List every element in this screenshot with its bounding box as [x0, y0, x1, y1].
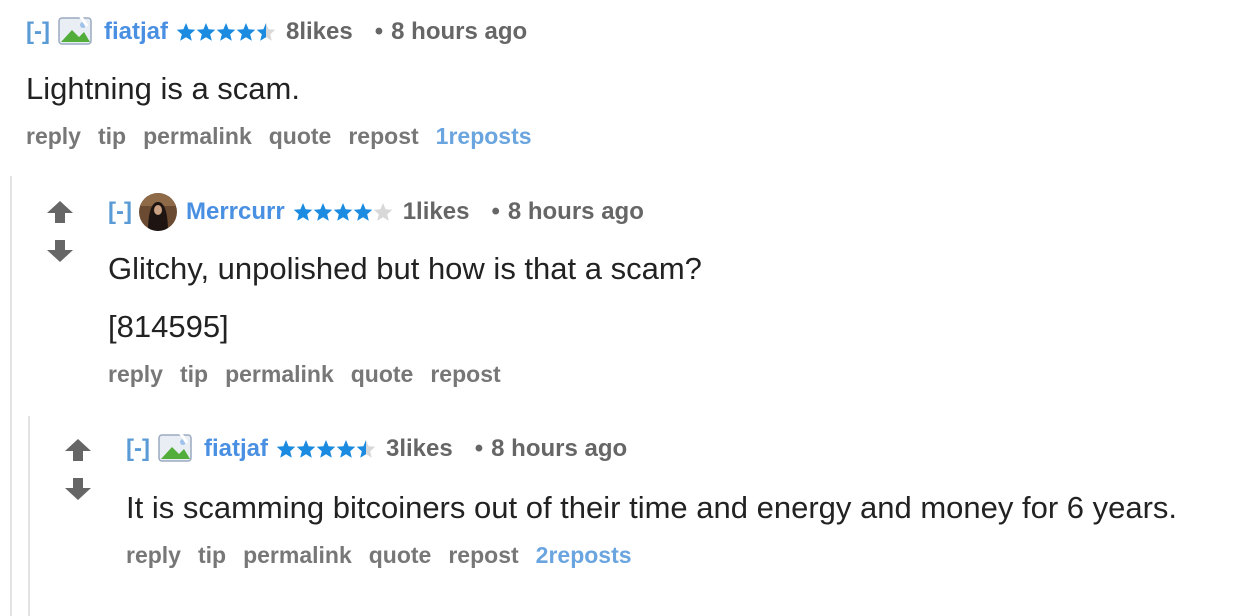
star-icon [236, 23, 256, 41]
star-icon [196, 23, 216, 41]
repost-link[interactable]: repost [430, 361, 500, 388]
permalink-link[interactable]: permalink [225, 361, 334, 388]
permalink-link[interactable]: permalink [143, 123, 252, 150]
timestamp[interactable]: 8 hours ago [391, 18, 527, 46]
comment-actions: reply tip permalink quote repost 1repost… [26, 123, 549, 150]
broken-image-icon [158, 430, 192, 462]
thread-line [28, 416, 30, 616]
comment: [-] fiatjaf 3likes • 8 hours ago It is s… [126, 429, 1177, 569]
star-rating [276, 439, 376, 459]
star-icon [333, 203, 353, 221]
collapse-toggle[interactable]: [-] [26, 18, 50, 46]
broken-image-icon [58, 13, 92, 45]
likes-count: 3likes [386, 435, 453, 462]
star-icon [176, 23, 196, 41]
star-icon [336, 440, 356, 458]
tip-link[interactable]: tip [198, 542, 226, 569]
star-icon [293, 203, 313, 221]
permalink-link[interactable]: permalink [243, 542, 352, 569]
timestamp[interactable]: 8 hours ago [508, 198, 644, 226]
arrow-down-icon[interactable] [46, 239, 74, 263]
tip-link[interactable]: tip [180, 361, 208, 388]
quote-link[interactable]: quote [269, 123, 332, 150]
collapse-toggle[interactable]: [-] [108, 198, 132, 226]
reply-link[interactable]: reply [126, 542, 181, 569]
star-icon [276, 440, 296, 458]
star-icon [373, 203, 393, 221]
reply-link[interactable]: reply [108, 361, 163, 388]
reposts-count-link[interactable]: 2reposts [536, 542, 632, 569]
comment-reference[interactable]: [814595] [108, 307, 702, 347]
author-link[interactable]: Merrcurr [186, 198, 285, 226]
author-link[interactable]: fiatjaf [104, 18, 168, 46]
arrow-up-icon[interactable] [64, 438, 92, 462]
star-icon [256, 23, 276, 41]
comment-actions: reply tip permalink quote repost [108, 361, 702, 388]
star-rating [293, 202, 393, 222]
author-link[interactable]: fiatjaf [204, 435, 268, 463]
reply-link[interactable]: reply [26, 123, 81, 150]
star-icon [313, 203, 333, 221]
star-icon [316, 440, 336, 458]
comment-text: It is scamming bitcoiners out of their t… [126, 490, 1178, 525]
comment-text: Glitchy, unpolished but how is that a sc… [108, 251, 702, 286]
comment-actions: reply tip permalink quote repost 2repost… [126, 542, 1177, 569]
comment-header: [-] fiatjaf 3likes • 8 hours ago [126, 429, 1177, 469]
separator-dot: • [491, 198, 500, 225]
likes-count: 8likes [286, 18, 353, 45]
comment: [-] Merrcurr 1likes • 8 hours ago Glitch… [108, 192, 702, 388]
thread-line [10, 176, 12, 616]
comment: [-] fiatjaf 8likes • 8 hours ago Lightni… [26, 12, 549, 150]
quote-link[interactable]: quote [351, 361, 414, 388]
likes-count: 1likes [402, 198, 470, 225]
repost-link[interactable]: repost [348, 123, 418, 150]
star-icon [356, 440, 376, 458]
arrow-down-icon[interactable] [64, 477, 92, 501]
reposts-count-link[interactable]: 1reposts [436, 123, 532, 150]
arrow-up-icon[interactable] [46, 200, 74, 224]
comment-header: [-] Merrcurr 1likes • 8 hours ago [108, 192, 702, 232]
star-rating [176, 22, 276, 42]
avatar [138, 193, 177, 231]
timestamp[interactable]: 8 hours ago [491, 435, 627, 463]
star-icon [296, 440, 316, 458]
quote-link[interactable]: quote [369, 542, 432, 569]
comment-header: [-] fiatjaf 8likes • 8 hours ago [26, 12, 549, 52]
comment-text: Lightning is a scam. [26, 71, 300, 106]
separator-dot: • [474, 435, 484, 462]
collapse-toggle[interactable]: [-] [126, 435, 150, 463]
repost-link[interactable]: repost [448, 542, 518, 569]
star-icon [216, 23, 236, 41]
separator-dot: • [374, 18, 384, 45]
star-icon [353, 203, 373, 221]
tip-link[interactable]: tip [98, 123, 126, 150]
